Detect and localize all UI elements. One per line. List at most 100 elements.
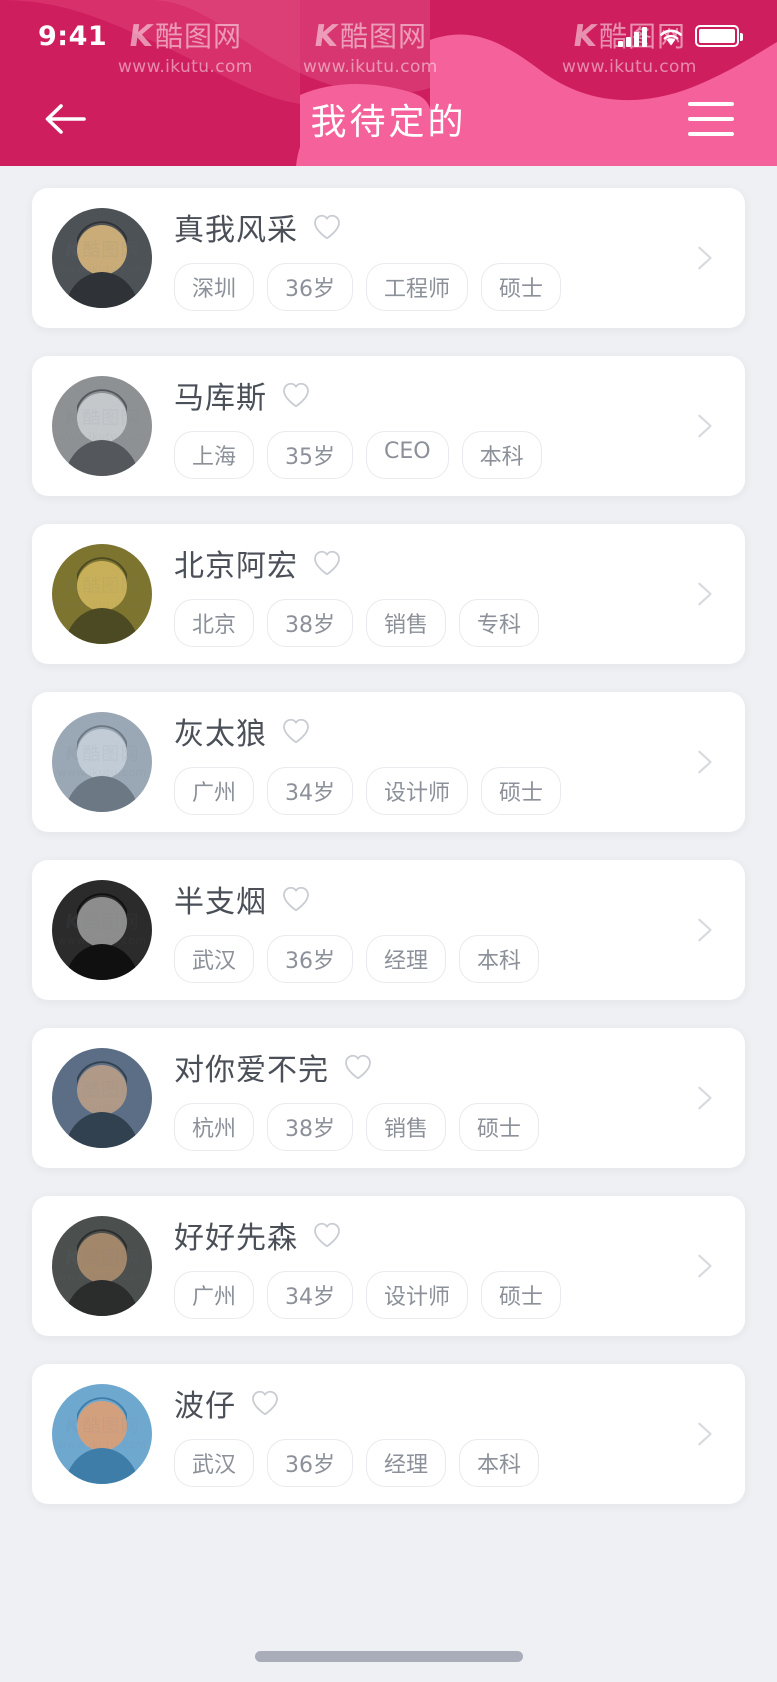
profile-info: 真我风采 深圳 36岁 工程师 硕士 [174,205,679,311]
heart-outline-icon[interactable] [312,548,342,578]
heart-outline-icon[interactable] [312,1220,342,1250]
watermark-logo-text: 酷图网 [82,1415,140,1437]
hamburger-line [688,117,734,121]
profile-tag: 设计师 [366,767,469,815]
back-button[interactable] [38,92,92,146]
profile-tags: 杭州 38岁 销售 硕士 [174,1103,679,1151]
profile-info: 马库斯 上海 35岁 CEO 本科 [174,373,679,479]
profile-name-row: 灰太狼 [174,709,679,753]
watermark-logo-text: 酷图网 [82,239,140,261]
wifi-icon [660,29,682,45]
avatar-watermark: K 酷图网 www.ikutu.com [52,880,152,980]
chevron-right-icon[interactable] [689,1083,719,1113]
chevron-right-icon[interactable] [689,915,719,945]
watermark-url: www.ikutu.com [57,934,147,947]
watermark-url: www.ikutu.com [57,430,147,443]
heart-outline-icon[interactable] [343,1052,373,1082]
watermark-url: www.ikutu.com [57,1438,147,1451]
profile-tag: 工程师 [366,263,469,311]
avatar-watermark: K 酷图网 www.ikutu.com [52,1048,152,1148]
profile-name-row: 好好先森 [174,1213,679,1257]
profile-info: 灰太狼 广州 34岁 设计师 硕士 [174,709,679,815]
menu-button[interactable] [685,97,737,141]
heart-outline-icon[interactable] [312,212,342,242]
watermark-logo-k: K [63,1079,81,1101]
chevron-right-icon[interactable] [689,411,719,441]
profile-info: 对你爱不完 杭州 38岁 销售 硕士 [174,1045,679,1151]
avatar[interactable]: K 酷图网 www.ikutu.com [52,712,152,812]
profile-tag: 上海 [174,431,255,479]
chevron-right-icon[interactable] [689,747,719,777]
profile-tag: 杭州 [174,1103,255,1151]
profile-card-2[interactable]: K 酷图网 www.ikutu.com 马库斯 上海 35岁 CEO 本科 [32,356,745,496]
profile-tags: 北京 38岁 销售 专科 [174,599,679,647]
avatar[interactable]: K 酷图网 www.ikutu.com [52,880,152,980]
profile-tag: 北京 [174,599,255,647]
profile-card-3[interactable]: K 酷图网 www.ikutu.com 北京阿宏 北京 38岁 销售 专科 [32,524,745,664]
profile-card-4[interactable]: K 酷图网 www.ikutu.com 灰太狼 广州 34岁 设计师 硕士 [32,692,745,832]
profile-card-1[interactable]: K 酷图网 www.ikutu.com 真我风采 深圳 36岁 工程师 硕士 [32,188,745,328]
heart-outline-icon[interactable] [281,380,311,410]
profile-name: 灰太狼 [174,717,267,752]
profile-tags: 广州 34岁 设计师 硕士 [174,767,679,815]
avatar[interactable]: K 酷图网 www.ikutu.com [52,544,152,644]
profile-tags: 深圳 36岁 工程师 硕士 [174,263,679,311]
phone-screen: 9:41 我待定的 K 酷图网 www.ikutu.com K 酷图网 www.… [0,0,777,1682]
avatar-watermark: K 酷图网 www.ikutu.com [52,376,152,476]
profile-name-row: 半支烟 [174,877,679,921]
profile-info: 好好先森 广州 34岁 设计师 硕士 [174,1213,679,1319]
profile-name: 半支烟 [174,885,267,920]
watermark-url: www.ikutu.com [57,1102,147,1115]
profile-name: 好好先森 [174,1221,298,1256]
watermark-logo-text: 酷图网 [82,743,140,765]
hamburger-line [688,132,734,136]
profile-tags: 武汉 36岁 经理 本科 [174,1439,679,1487]
avatar[interactable]: K 酷图网 www.ikutu.com [52,1384,152,1484]
profile-tags: 上海 35岁 CEO 本科 [174,431,679,479]
profile-list[interactable]: K 酷图网 www.ikutu.com 真我风采 深圳 36岁 工程师 硕士 K… [0,166,777,1682]
profile-name-row: 马库斯 [174,373,679,417]
battery-icon [695,25,743,47]
profile-card-7[interactable]: K 酷图网 www.ikutu.com 好好先森 广州 34岁 设计师 硕士 [32,1196,745,1336]
chevron-right-icon[interactable] [689,1251,719,1281]
avatar[interactable]: K 酷图网 www.ikutu.com [52,208,152,308]
profile-tag: 武汉 [174,935,255,983]
profile-tags: 武汉 36岁 经理 本科 [174,935,679,983]
avatar[interactable]: K 酷图网 www.ikutu.com [52,376,152,476]
profile-tag: 广州 [174,1271,255,1319]
avatar[interactable]: K 酷图网 www.ikutu.com [52,1048,152,1148]
profile-tag: 硕士 [459,1103,540,1151]
watermark-logo-text: 酷图网 [82,911,140,933]
profile-tag: 本科 [461,431,542,479]
watermark-logo-text: 酷图网 [82,1247,140,1269]
profile-info: 波仔 武汉 36岁 经理 本科 [174,1381,679,1487]
profile-name-row: 真我风采 [174,205,679,249]
chevron-right-icon[interactable] [689,243,719,273]
profile-card-5[interactable]: K 酷图网 www.ikutu.com 半支烟 武汉 36岁 经理 本科 [32,860,745,1000]
watermark-logo-k: K [63,1415,81,1437]
profile-name-row: 北京阿宏 [174,541,679,585]
heart-outline-icon[interactable] [281,716,311,746]
profile-tag: 深圳 [174,263,255,311]
profile-tag: 经理 [366,1439,447,1487]
profile-card-8[interactable]: K 酷图网 www.ikutu.com 波仔 武汉 36岁 经理 本科 [32,1364,745,1504]
profile-name: 波仔 [174,1389,236,1424]
chevron-right-icon[interactable] [689,1419,719,1449]
heart-outline-icon[interactable] [281,884,311,914]
hamburger-line [688,102,734,106]
watermark-logo-text: 酷图网 [82,407,140,429]
status-time: 9:41 [38,20,108,52]
profile-tag: 36岁 [267,263,354,311]
profile-tag: 经理 [366,935,447,983]
arrow-left-icon [45,104,86,134]
chevron-right-icon[interactable] [689,579,719,609]
profile-tag: 销售 [366,1103,447,1151]
profile-card-6[interactable]: K 酷图网 www.ikutu.com 对你爱不完 杭州 38岁 销售 硕士 [32,1028,745,1168]
avatar-watermark: K 酷图网 www.ikutu.com [52,1384,152,1484]
profile-tag: 34岁 [267,767,354,815]
heart-outline-icon[interactable] [250,1388,280,1418]
avatar[interactable]: K 酷图网 www.ikutu.com [52,1216,152,1316]
profile-name: 对你爱不完 [174,1053,329,1088]
watermark-logo-k: K [63,911,81,933]
avatar-watermark: K 酷图网 www.ikutu.com [52,712,152,812]
